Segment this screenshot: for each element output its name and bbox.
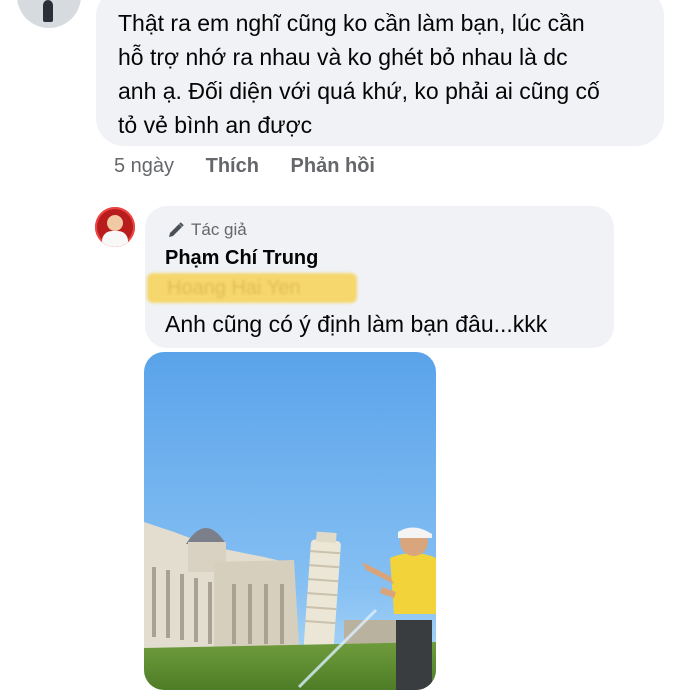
comment-timestamp[interactable]: 5 ngày xyxy=(114,155,174,178)
reply-bubble: Tác giả Phạm Chí Trung Hoang Hai Yen Anh… xyxy=(145,206,614,348)
author-badge: Tác giả xyxy=(167,220,247,240)
pencil-icon xyxy=(167,221,185,239)
commenter-avatar[interactable] xyxy=(17,0,81,28)
attached-photo[interactable] xyxy=(144,352,436,690)
comment-bubble: Thật ra em nghĩ cũng ko cần làm bạn, lúc… xyxy=(96,0,664,146)
author-badge-label: Tác giả xyxy=(191,220,247,239)
reply-text: Anh cũng có ý định làm bạn đâu...kkk xyxy=(165,311,548,337)
comment-actions: 5 ngày Thích Phản hồi xyxy=(114,155,401,178)
tagged-name-highlight[interactable]: Hoang Hai Yen xyxy=(147,273,357,303)
comment-text: Thật ra em nghĩ cũng ko cần làm bạn, lúc… xyxy=(118,10,600,138)
reply-button[interactable]: Phản hồi xyxy=(291,155,375,178)
author-avatar[interactable] xyxy=(95,207,135,247)
author-name[interactable]: Phạm Chí Trung xyxy=(165,247,318,270)
like-button[interactable]: Thích xyxy=(206,155,259,178)
